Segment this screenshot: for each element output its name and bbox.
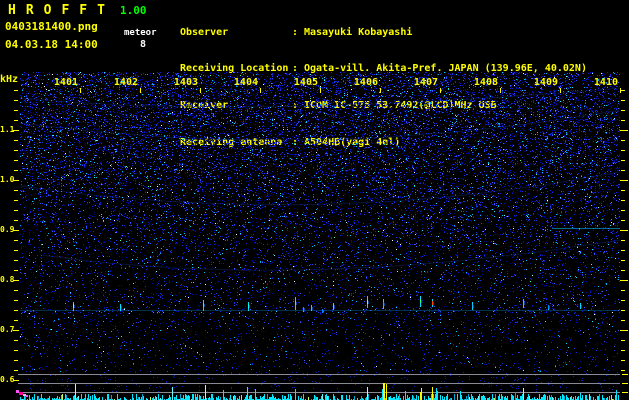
- time-axis-label: 1406: [353, 77, 378, 88]
- meteor-count: 8: [140, 39, 147, 50]
- app-version: 1.00: [120, 4, 147, 17]
- time-axis-label: 1404: [233, 77, 258, 88]
- freq-axis-label: 1.0: [0, 175, 15, 184]
- info-separator: :: [292, 26, 299, 38]
- freq-axis-label: 0.7: [0, 325, 15, 334]
- info-row-observer: Observer: Masayuki Kobayashi: [180, 27, 587, 39]
- meteor-mode-label: meteor: [124, 28, 157, 38]
- freq-axis-label: 0.8: [0, 275, 15, 284]
- time-axis-label: 1403: [173, 77, 198, 88]
- time-axis-label: 1407: [413, 77, 438, 88]
- time-axis-label: 1401: [53, 77, 78, 88]
- time-axis-label: 1408: [473, 77, 498, 88]
- frequency-unit-label: kHz: [0, 74, 19, 85]
- info-value: Masayuki Kobayashi: [304, 26, 413, 38]
- time-axis-label: 1410: [593, 77, 618, 88]
- output-filename: 0403181400.png: [5, 20, 98, 33]
- time-axis-label: 1402: [113, 77, 138, 88]
- hrofft-screen: HROFFT 1.00 0403181400.png 04.03.18 14:0…: [0, 0, 629, 400]
- info-label: Observer: [180, 26, 229, 38]
- time-axis-label: 1405: [293, 77, 318, 88]
- observation-datetime: 04.03.18 14:00: [5, 38, 98, 51]
- freq-axis-label: 0.6: [0, 375, 15, 384]
- spectrogram-canvas: [0, 68, 629, 400]
- freq-axis-label: 0.9: [0, 225, 15, 234]
- freq-axis-label: 1.1: [0, 125, 15, 134]
- time-axis-label: 1409: [533, 77, 558, 88]
- app-title: HROFFT: [8, 3, 115, 18]
